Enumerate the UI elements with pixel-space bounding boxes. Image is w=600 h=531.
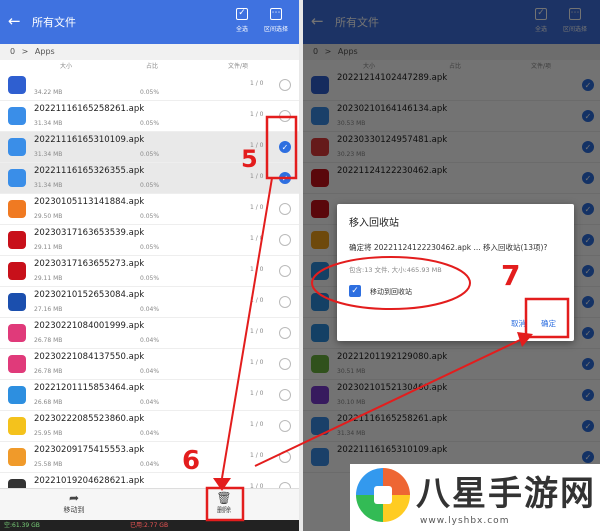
watermark-site-name: 八星手游网: [416, 474, 596, 514]
site-logo: [356, 468, 410, 522]
arrow-to-confirm-line: [254, 339, 521, 467]
step-6-label: 6: [182, 446, 201, 476]
screenshot-stage: ← 所有文件 ✓ 全选 ⋯ 区间选择 0 > Apps 大小 占比 文件/项 3…: [0, 0, 600, 531]
site-watermark: 八星手游网 www.lyshbx.com: [350, 464, 600, 531]
delete-button-highlight-box: [205, 486, 245, 522]
checkbox-highlight-box: [265, 115, 298, 180]
step-5-label: 5: [241, 145, 258, 173]
checkbox-option-ellipse: [311, 256, 471, 310]
watermark-url: www.lyshbx.com: [420, 516, 510, 526]
site-logo-center: [374, 486, 392, 504]
confirm-button-highlight-box: [524, 297, 570, 339]
arrow-to-delete-line: [221, 177, 273, 479]
step-7-label: 7: [501, 259, 521, 292]
